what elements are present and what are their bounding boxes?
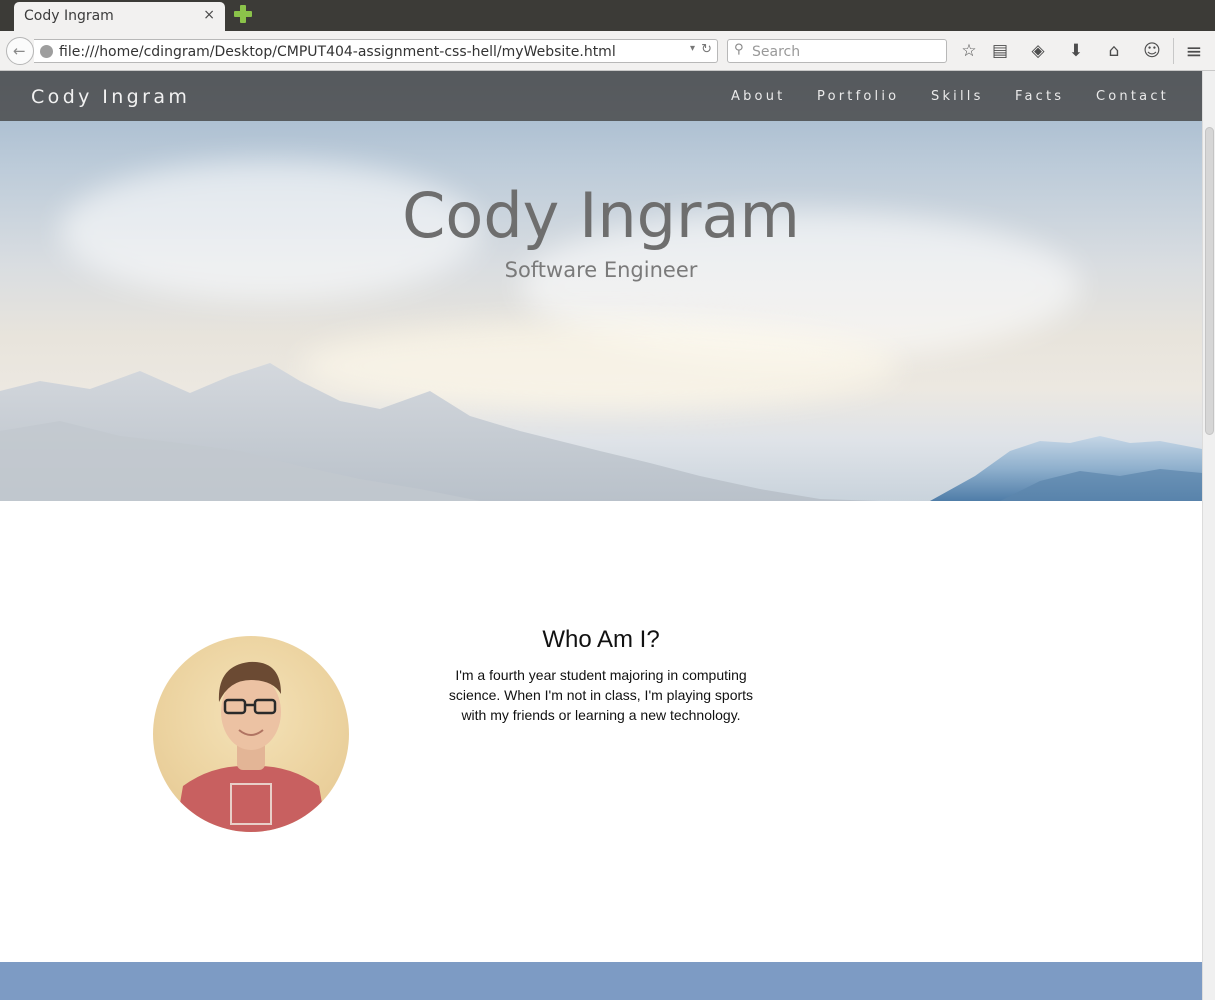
profile-photo [153, 636, 349, 832]
globe-icon [40, 45, 53, 58]
browser-tab[interactable]: Cody Ingram × [14, 2, 225, 31]
reload-icon[interactable]: ↻ [701, 42, 712, 57]
page-scrollbar[interactable] [1202, 71, 1215, 1000]
address-bar[interactable]: file:///home/cdingram/Desktop/CMPUT404-a… [34, 39, 718, 63]
bookmark-star-icon[interactable]: ☆ [957, 39, 981, 63]
tab-strip: Cody Ingram × [0, 0, 1215, 31]
close-tab-icon[interactable]: × [203, 7, 215, 23]
page-viewport: Cody Ingram About Portfolio Skills Facts… [0, 71, 1202, 1000]
scrollbar-thumb[interactable] [1205, 127, 1214, 435]
toolbar-separator [1173, 38, 1174, 64]
reading-list-icon[interactable]: ▤ [988, 39, 1012, 63]
pocket-icon[interactable]: ◈ [1026, 39, 1050, 63]
nav-link-facts[interactable]: Facts [1015, 89, 1064, 104]
site-navbar: Cody Ingram About Portfolio Skills Facts… [0, 71, 1202, 121]
home-icon[interactable]: ⌂ [1102, 39, 1126, 63]
nav-link-about[interactable]: About [731, 89, 785, 104]
url-dropdown-icon[interactable]: ▾ [690, 43, 695, 54]
nav-link-portfolio[interactable]: Portfolio [817, 89, 899, 104]
next-section-band [0, 962, 1202, 1000]
mountains-image [0, 363, 1202, 501]
about-heading: Who Am I? [542, 626, 660, 653]
menu-icon[interactable]: ≡ [1182, 39, 1206, 63]
back-button[interactable]: ← [6, 37, 34, 65]
hero-subtitle: Software Engineer [504, 258, 698, 282]
site-brand[interactable]: Cody Ingram [31, 86, 190, 108]
search-icon: ⚲ [734, 42, 744, 57]
downloads-icon[interactable]: ⬇ [1064, 39, 1088, 63]
search-input[interactable]: ⚲ Search [727, 39, 947, 63]
nav-link-skills[interactable]: Skills [931, 89, 984, 104]
tab-title: Cody Ingram [24, 8, 114, 24]
hero-banner: Cody Ingram About Portfolio Skills Facts… [0, 71, 1202, 501]
hero-title: Cody Ingram [402, 179, 800, 252]
person-illustration [175, 661, 327, 832]
search-placeholder: Search [752, 44, 801, 60]
nav-link-contact[interactable]: Contact [1096, 89, 1169, 104]
social-icon[interactable]: ☺ [1140, 39, 1164, 63]
about-text: I'm a fourth year student majoring in co… [448, 667, 754, 723]
new-tab-icon[interactable] [234, 5, 252, 23]
back-arrow-icon: ← [13, 42, 26, 60]
browser-toolbar: file:///home/cdingram/Desktop/CMPUT404-a… [0, 31, 1215, 71]
url-text[interactable]: file:///home/cdingram/Desktop/CMPUT404-a… [59, 44, 616, 60]
